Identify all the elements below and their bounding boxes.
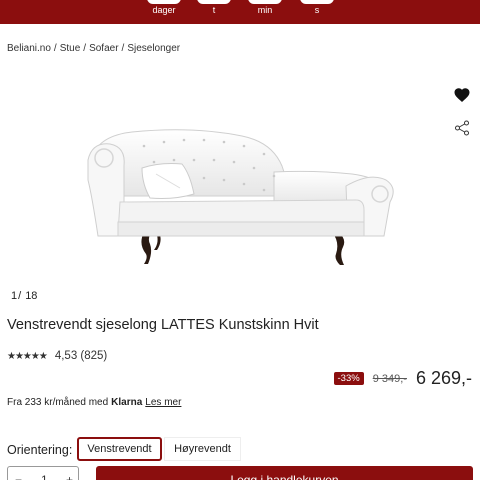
quantity-decrease-button[interactable]: − [15,473,22,480]
breadcrumb-separator: / [53,43,57,54]
orientation-option-left[interactable]: Venstrevendt [77,437,162,461]
product-title: Venstrevendt sjeselong LATTES Kunstskinn… [7,317,319,333]
breadcrumb-separator: / [83,43,87,54]
quantity-stepper[interactable]: − 1 + [7,466,79,480]
financing-text: Fra 233 kr/måned med [7,397,109,408]
breadcrumb-sofaer[interactable]: Sofaer [89,43,118,54]
discount-badge: -33% [333,372,364,385]
star-rating-icon: ★★★★★ [7,350,48,362]
countdown-minutes-box [248,0,282,4]
countdown-seconds-box [300,0,334,4]
quantity-value[interactable]: 1 [41,473,48,480]
product-image[interactable] [84,110,404,275]
klarna-logo: Klarna [111,397,143,408]
breadcrumb-home[interactable]: Beliani.no [7,43,51,54]
countdown-banner: dager t min s [0,0,480,24]
add-to-cart-button[interactable]: Legg i handlekurven [96,466,473,480]
old-price: 9 349,- [372,372,407,385]
countdown-seconds-label: s [314,5,320,15]
gallery-counter: 1/18 [11,290,37,302]
countdown-hours-box [197,0,231,4]
gallery-current: 1 [11,290,18,302]
breadcrumb: Beliani.no / Stue / Sofaer / Sjeselonger [7,43,180,54]
breadcrumb-separator: / [121,43,125,54]
financing-info: Fra 233 kr/måned med Klarna Les mer [7,397,181,408]
countdown-hours-label: t [212,5,216,15]
countdown-minutes-label: min [257,5,273,15]
countdown-days-box [147,0,181,4]
countdown-days-label: dager [152,5,176,15]
quantity-increase-button[interactable]: + [66,473,73,480]
heart-icon[interactable] [453,86,471,104]
price-row: -33% 9 349,- 6 269,- [333,368,472,389]
breadcrumb-stue[interactable]: Stue [60,43,81,54]
current-price: 6 269,- [415,368,472,388]
orientation-option-right[interactable]: Høyrevendt [164,437,241,461]
product-rating[interactable]: ★★★★★ 4,53 (825) [7,350,107,362]
rating-text[interactable]: 4,53 (825) [55,350,107,362]
breadcrumb-sjeselonger[interactable]: Sjeselonger [127,43,180,54]
read-more-link[interactable]: Les mer [145,397,181,408]
gallery-total: 18 [25,290,38,302]
orientation-label: Orientering: [7,443,73,457]
gallery-separator: / [18,290,22,302]
share-icon[interactable] [454,120,470,136]
